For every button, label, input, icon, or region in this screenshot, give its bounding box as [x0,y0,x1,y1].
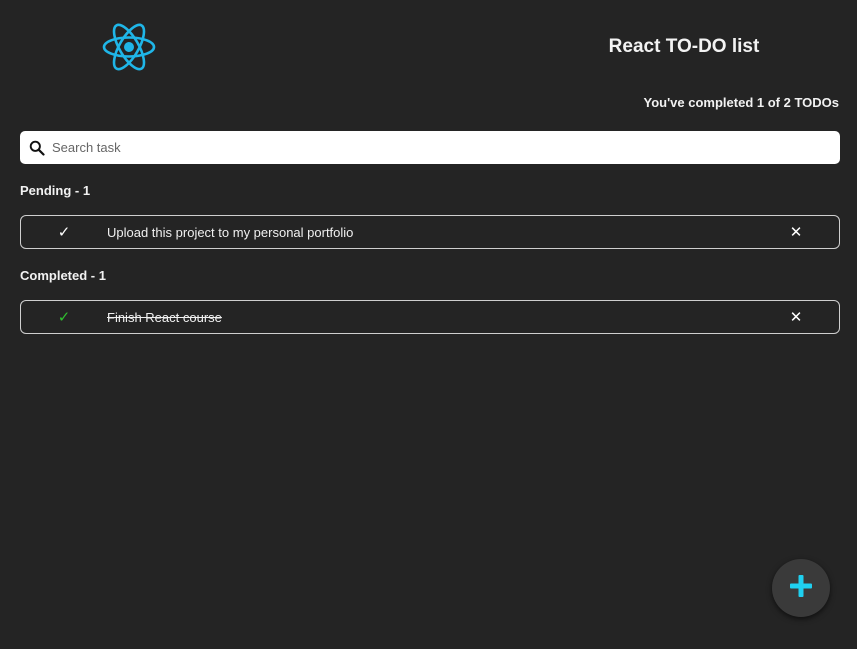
delete-icon[interactable]: ✕ [786,308,806,326]
delete-icon[interactable]: ✕ [786,223,806,241]
react-logo-icon [101,21,157,73]
todo-item-pending[interactable]: ✓ Upload this project to my personal por… [20,215,840,249]
check-done-icon[interactable]: ✓ [21,308,107,326]
pending-heading: Pending - 1 [20,183,91,198]
search-icon [29,140,45,156]
search-input[interactable] [52,131,840,164]
todo-item-completed[interactable]: ✓ Finish React course ✕ [20,300,840,334]
page-title: React TO-DO list [608,36,760,57]
check-icon[interactable]: ✓ [21,223,107,241]
completed-heading: Completed - 1 [20,268,106,283]
completion-counter: You've completed 1 of 2 TODOs [643,95,840,110]
app-page: React TO-DO list You've completed 1 of 2… [0,0,857,649]
todo-text: Finish React course [107,309,222,325]
todo-text: Upload this project to my personal portf… [107,224,354,240]
add-task-button[interactable] [772,559,830,617]
plus-icon [789,574,813,603]
search-bar[interactable] [20,131,840,164]
